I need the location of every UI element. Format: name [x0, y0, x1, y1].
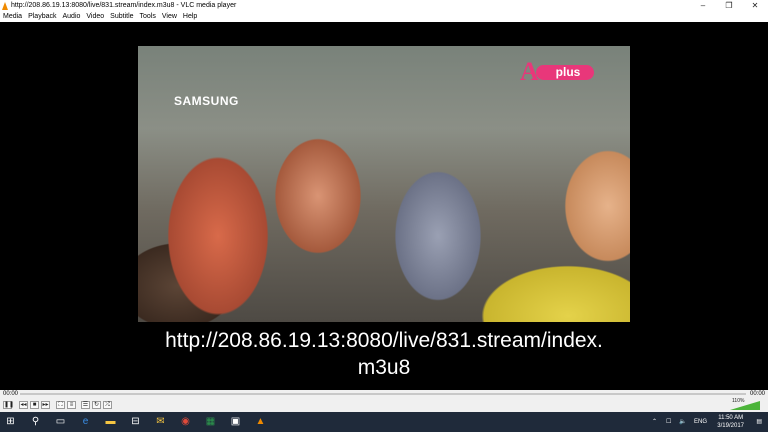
volume-tray-icon[interactable]: 🔈	[679, 412, 686, 432]
menu-tools[interactable]: Tools	[137, 12, 159, 22]
menu-view[interactable]: View	[159, 12, 180, 22]
chrome-icon[interactable]: ◉	[179, 415, 192, 428]
start-icon[interactable]: ⊞	[4, 415, 17, 428]
remaining-time[interactable]: 00:00	[750, 391, 765, 397]
action-center-icon[interactable]: ▤	[756, 412, 762, 432]
task-view-icon[interactable]: ▭	[54, 415, 67, 428]
menu-subtitle[interactable]: Subtitle	[107, 12, 136, 22]
tray-chevron-icon[interactable]: ⌃	[652, 412, 657, 432]
menu-bar: Media Playback Audio Video Subtitle Tool…	[0, 12, 768, 22]
video-frame	[138, 46, 630, 322]
samsung-overlay: SAMSUNG	[174, 94, 239, 108]
subtitle-text: http://208.86.19.13:8080/live/831.stream…	[0, 327, 768, 381]
extended-settings-icon[interactable]: ≡	[67, 401, 76, 409]
next-icon[interactable]: ▸▸	[41, 401, 50, 409]
vlc-taskbar-icon[interactable]: ▲	[254, 415, 267, 428]
search-icon[interactable]: ⚲	[29, 415, 42, 428]
clock[interactable]: 11:50 AM 3/19/2017	[717, 414, 744, 430]
language-indicator[interactable]: ENG	[694, 412, 707, 432]
excel-icon[interactable]: ▦	[204, 415, 217, 428]
stop-icon[interactable]: ■	[30, 401, 39, 409]
clock-time: 11:50 AM	[718, 415, 744, 421]
channel-logo: plus A	[520, 59, 596, 85]
notification-icon[interactable]: ☐	[666, 412, 671, 432]
control-bar: ❚❚ ◂◂ ■ ▸▸ ⛶ ≡ ☰ ↻ ⤮ 110%	[0, 398, 768, 412]
seek-bar-row: 00:00 00:00	[0, 390, 768, 398]
subtitle-line-2: m3u8	[357, 356, 411, 379]
channel-logo-text: plus	[536, 65, 594, 80]
loop-icon[interactable]: ↻	[92, 401, 101, 409]
menu-help[interactable]: Help	[180, 12, 200, 22]
app-icon[interactable]: ▣	[229, 415, 242, 428]
edge-icon[interactable]: e	[79, 415, 92, 428]
vlc-cone-icon	[2, 2, 8, 10]
clock-date: 3/19/2017	[717, 423, 744, 429]
volume-percent: 110%	[732, 398, 745, 404]
file-explorer-icon[interactable]: ▬	[104, 415, 117, 428]
play-pause-icon[interactable]: ❚❚	[3, 401, 14, 409]
channel-logo-letter: A	[520, 57, 539, 86]
menu-playback[interactable]: Playback	[25, 12, 59, 22]
previous-icon[interactable]: ◂◂	[19, 401, 28, 409]
windows-taskbar: ⊞ ⚲ ▭ e ▬ ⊟ ✉ ◉ ▦ ▣ ▲ ⌃ ☐ 🔈 ENG 11:50 AM…	[0, 412, 768, 432]
subtitle-line-1: http://208.86.19.13:8080/live/831.stream…	[165, 329, 603, 352]
maximize-button[interactable]: ❐	[716, 0, 742, 12]
volume-slider[interactable]: 110%	[730, 398, 764, 410]
close-button[interactable]: ✕	[742, 0, 768, 12]
menu-media[interactable]: Media	[0, 12, 25, 22]
outlook-icon[interactable]: ✉	[154, 415, 167, 428]
minimize-button[interactable]: –	[690, 0, 716, 12]
fullscreen-icon[interactable]: ⛶	[56, 401, 65, 409]
menu-audio[interactable]: Audio	[59, 12, 83, 22]
seek-slider[interactable]	[20, 393, 746, 395]
title-bar: http://208.86.19.13:8080/live/831.stream…	[0, 0, 768, 12]
elapsed-time: 00:00	[3, 391, 19, 397]
store-icon[interactable]: ⊟	[129, 415, 142, 428]
menu-video[interactable]: Video	[83, 12, 107, 22]
playlist-icon[interactable]: ☰	[81, 401, 90, 409]
window-controls: – ❐ ✕	[690, 0, 768, 12]
shuffle-icon[interactable]: ⤮	[103, 401, 112, 409]
window-title: http://208.86.19.13:8080/live/831.stream…	[11, 2, 237, 9]
